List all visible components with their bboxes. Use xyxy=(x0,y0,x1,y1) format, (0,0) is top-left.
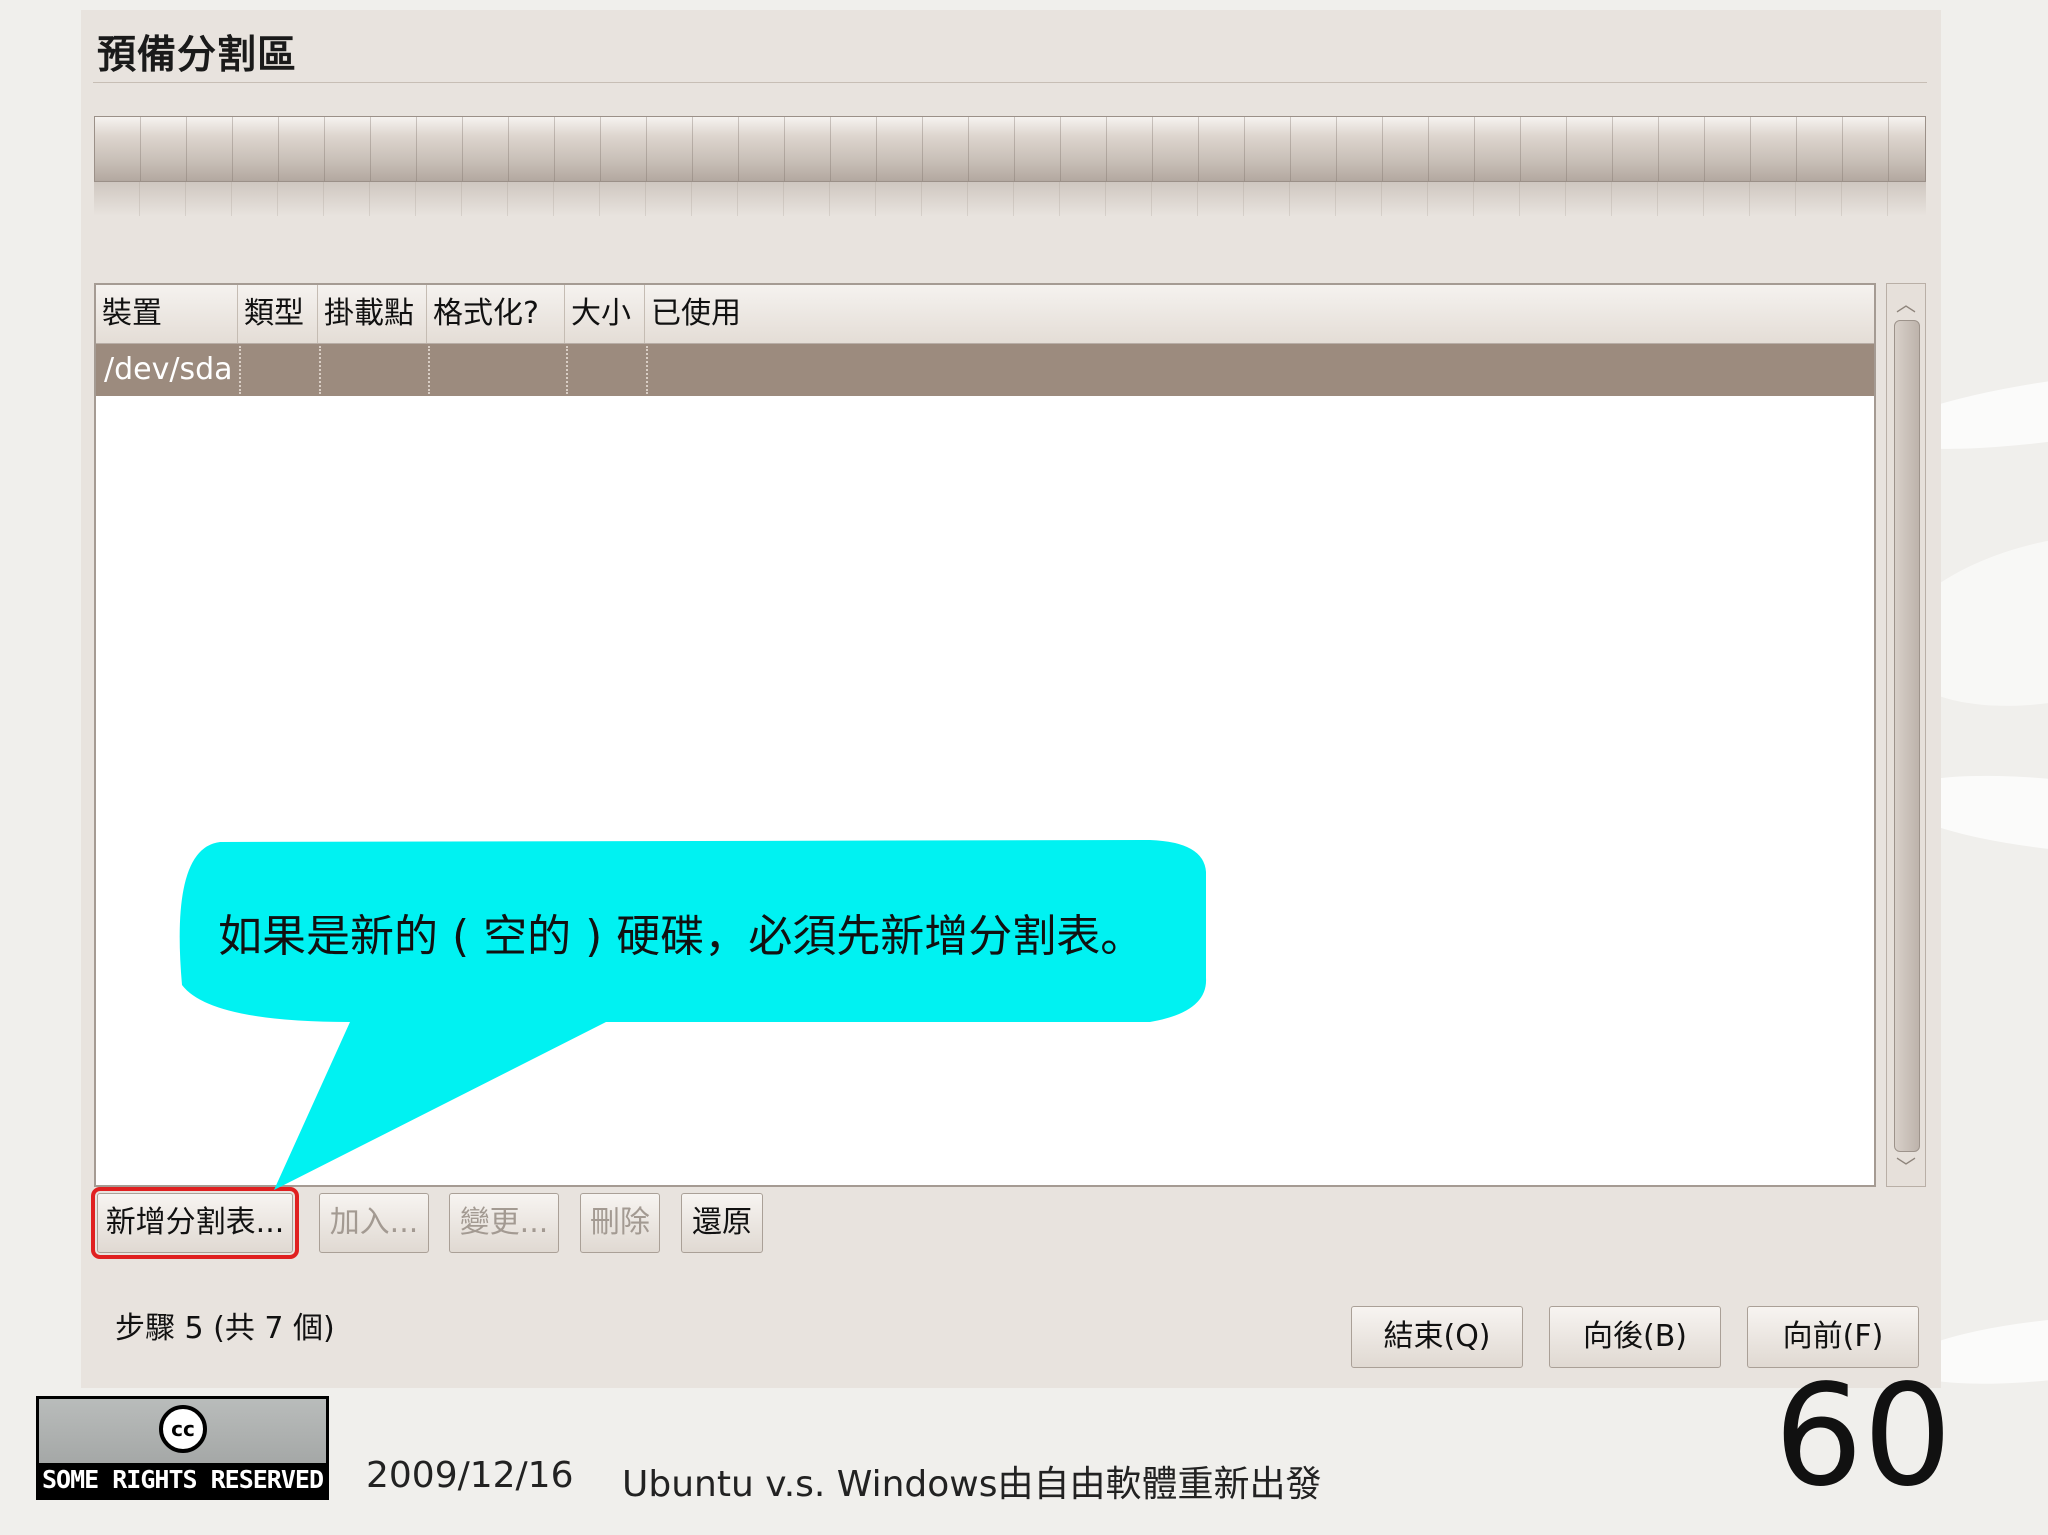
add-partition-button[interactable]: 加入... xyxy=(319,1193,429,1253)
column-header-used[interactable]: 已使用 xyxy=(644,285,741,343)
back-button[interactable]: 向後(B) xyxy=(1549,1306,1721,1368)
column-header-format[interactable]: 格式化? xyxy=(426,285,539,343)
slide-date: 2009/12/16 xyxy=(366,1455,574,1496)
vertical-scrollbar[interactable]: ︿ ﹀ xyxy=(1886,283,1926,1187)
column-separator xyxy=(428,346,430,394)
scrollbar-thumb[interactable] xyxy=(1894,320,1920,1152)
column-header-size[interactable]: 大小 xyxy=(564,285,631,343)
new-partition-table-button[interactable]: 新增分割表... xyxy=(91,1187,299,1259)
partition-bar-reflection xyxy=(94,182,1926,216)
title-divider xyxy=(93,82,1927,83)
slide-title: Ubuntu v.s. Windows由自由軟體重新出發 xyxy=(622,1464,1322,1505)
table-header: 裝置 類型 掛載點 格式化? 大小 已使用 xyxy=(96,285,1874,344)
column-separator xyxy=(566,346,568,394)
change-partition-button[interactable]: 變更... xyxy=(449,1193,559,1253)
installer-window: 預備分割區 裝置 類型 掛載點 格式化? 大小 已使用 /dev/sda ︿ ﹀… xyxy=(81,10,1941,1388)
license-text: SOME RIGHTS RESERVED xyxy=(39,1463,326,1497)
device-cell: /dev/sda xyxy=(104,352,233,387)
slide-page-number: 60 xyxy=(1774,1355,1953,1518)
quit-button[interactable]: 結束(Q) xyxy=(1351,1306,1523,1368)
partition-table[interactable]: 裝置 類型 掛載點 格式化? 大小 已使用 /dev/sda xyxy=(94,283,1876,1187)
table-row[interactable]: /dev/sda xyxy=(96,344,1874,396)
partition-bar xyxy=(94,116,1926,182)
delete-partition-button[interactable]: 刪除 xyxy=(580,1193,660,1253)
column-header-device[interactable]: 裝置 xyxy=(102,285,162,343)
column-separator xyxy=(646,346,648,394)
callout-text: 如果是新的 ( 空的 ) 硬碟，必須先新增分割表。 xyxy=(218,911,1145,962)
column-header-type[interactable]: 類型 xyxy=(237,285,304,343)
column-separator xyxy=(319,346,321,394)
cc-logo-icon: cc xyxy=(159,1405,207,1453)
column-separator xyxy=(239,346,241,394)
scroll-up-icon[interactable]: ︿ xyxy=(1887,288,1925,317)
creative-commons-badge: cc SOME RIGHTS RESERVED xyxy=(36,1396,329,1500)
revert-button[interactable]: 還原 xyxy=(681,1193,763,1253)
column-header-mountpoint[interactable]: 掛載點 xyxy=(317,285,414,343)
page-title: 預備分割區 xyxy=(97,33,298,78)
scroll-down-icon[interactable]: ﹀ xyxy=(1887,1151,1925,1180)
step-indicator: 步驟 5 (共 7 個) xyxy=(115,1311,335,1346)
